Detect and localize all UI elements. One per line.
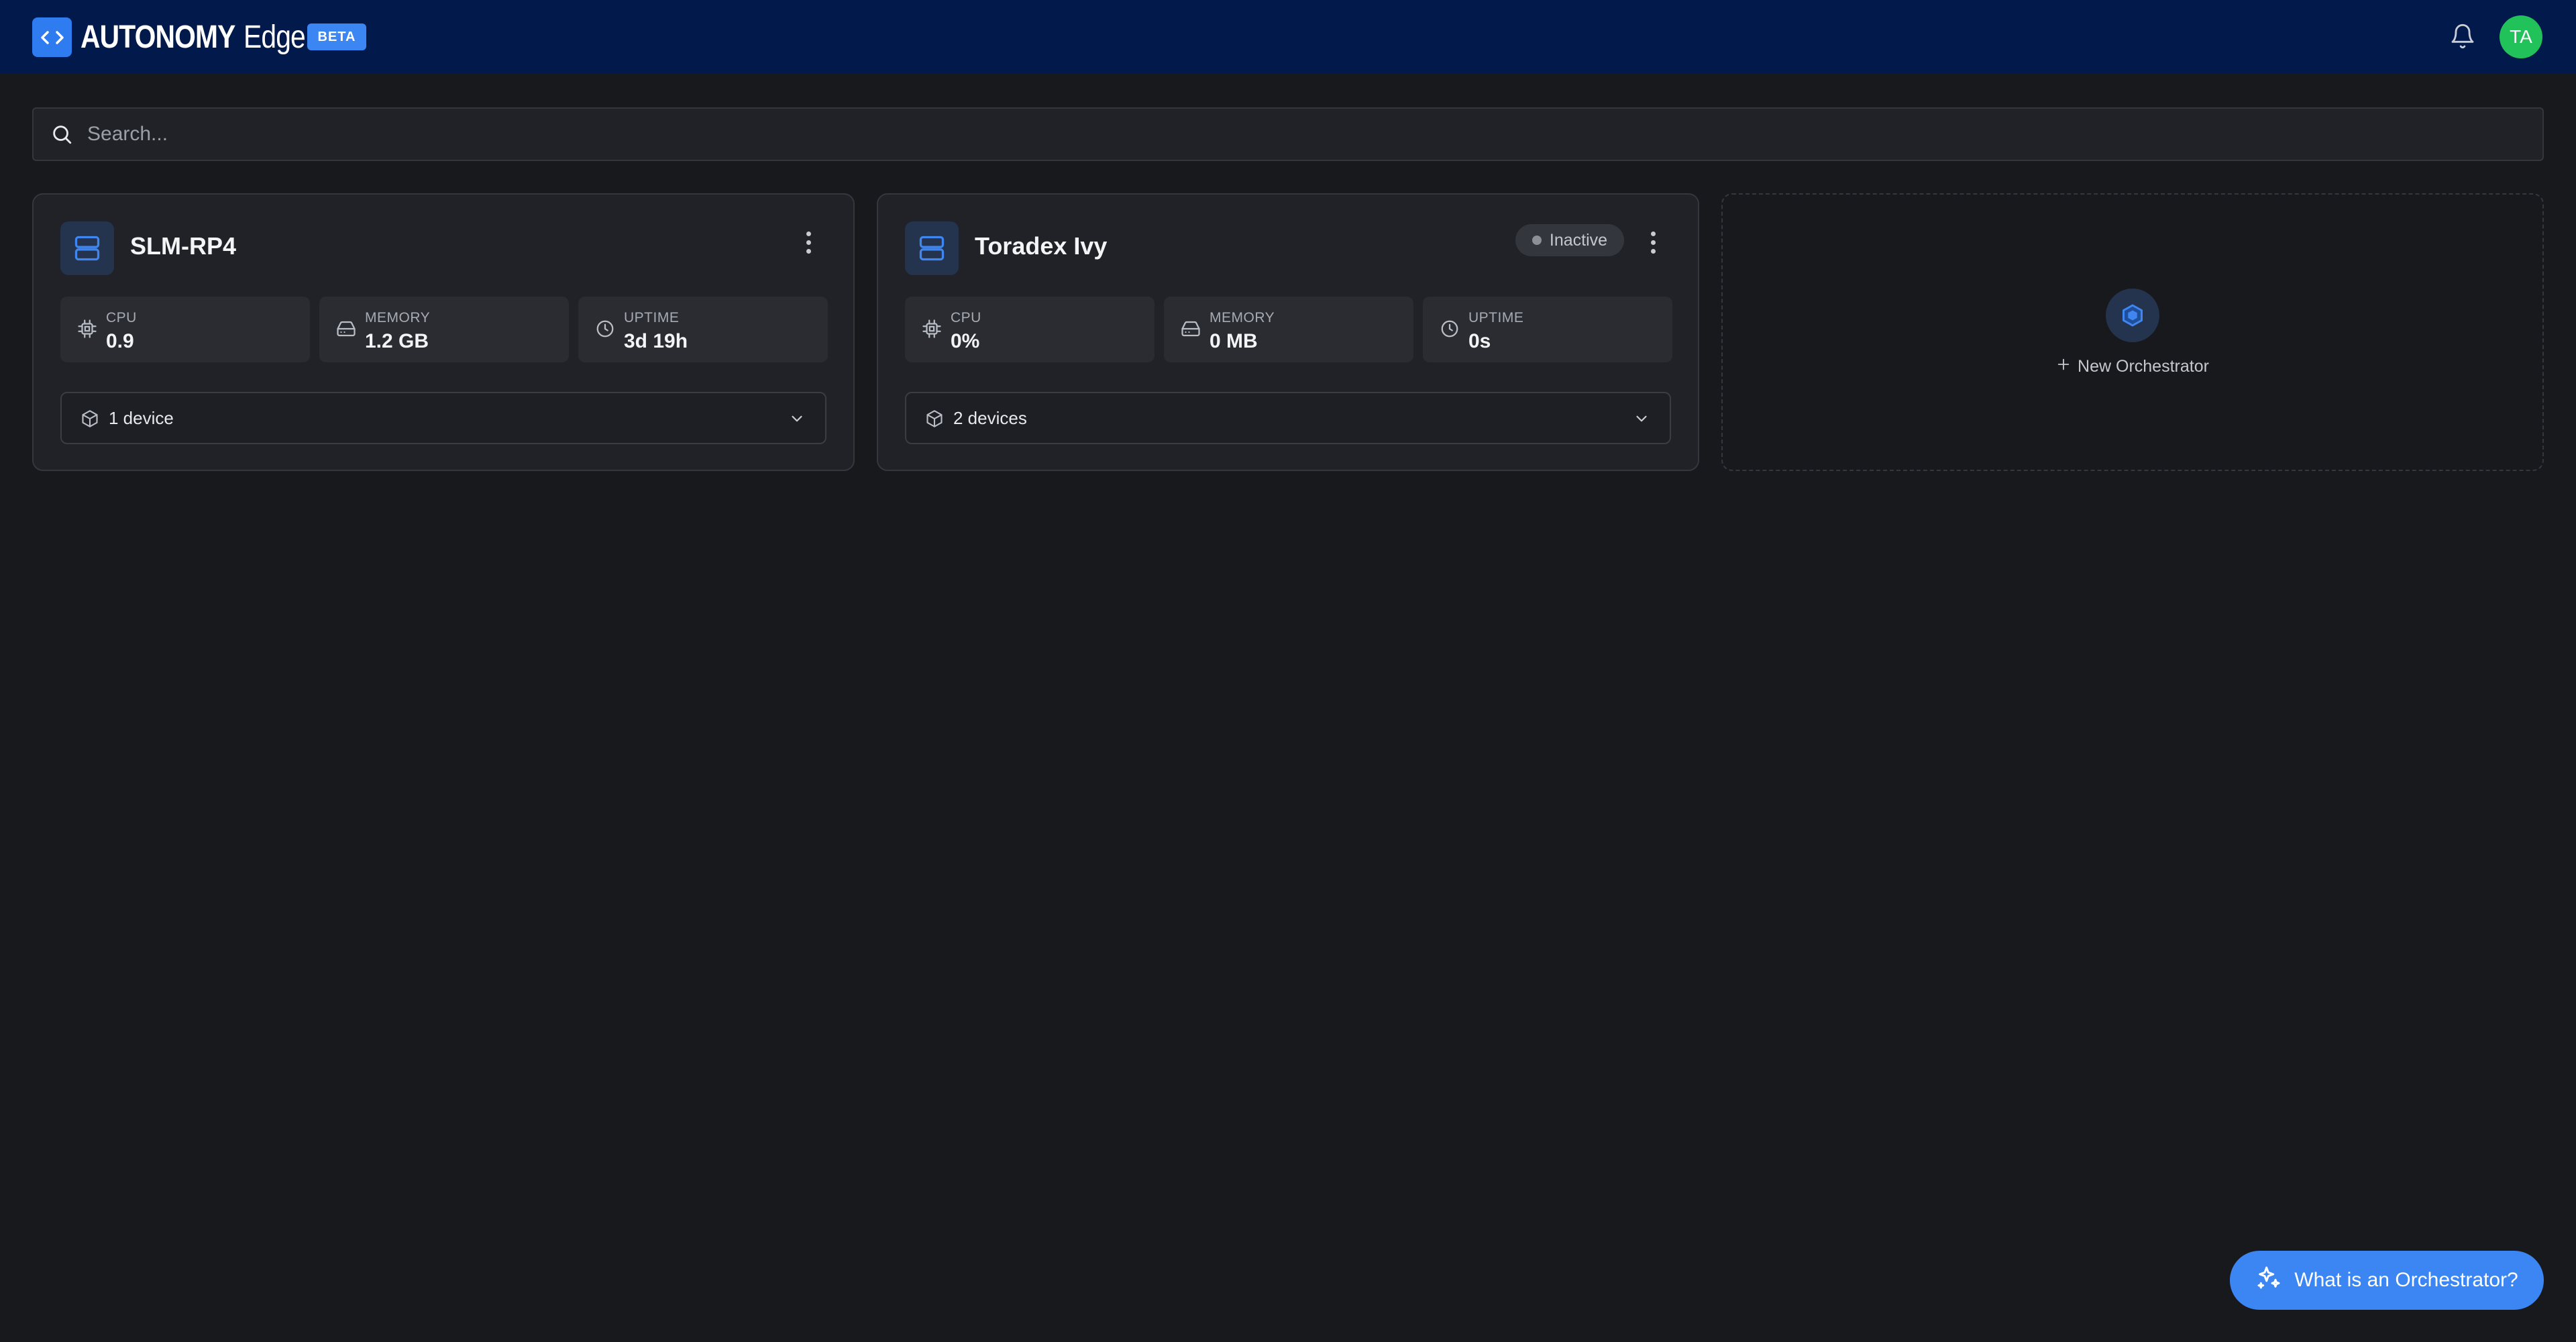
stat-label: CPU bbox=[951, 310, 981, 325]
stat-value: 0% bbox=[951, 330, 980, 352]
stat-value: 0s bbox=[1468, 330, 1491, 352]
package-icon bbox=[78, 407, 102, 431]
top-navigation-bar: AUTONOMY Edge BETA TA bbox=[0, 0, 2576, 74]
chevron-down-icon bbox=[1629, 407, 1654, 431]
uptime-stat: UPTIME 3d 19h bbox=[578, 297, 828, 362]
sparkles-icon bbox=[2255, 1264, 2282, 1296]
stat-value: 1.2 GB bbox=[365, 330, 429, 352]
stat-value: 3d 19h bbox=[624, 330, 688, 352]
stat-value: 0 MB bbox=[1210, 330, 1258, 352]
orchestrator-name: SLM-RP4 bbox=[130, 232, 237, 260]
stat-label: UPTIME bbox=[624, 310, 680, 325]
package-icon bbox=[922, 407, 947, 431]
new-orchestrator-label: New Orchestrator bbox=[2078, 357, 2209, 376]
chevron-down-icon bbox=[785, 407, 809, 431]
new-orchestrator-button[interactable]: New Orchestrator bbox=[1723, 357, 2542, 376]
clock-icon bbox=[593, 317, 617, 341]
stat-label: UPTIME bbox=[1468, 310, 1524, 325]
orchestrator-name: Toradex Ivy bbox=[975, 232, 1108, 260]
plus-icon bbox=[2056, 357, 2071, 376]
stat-value: 0.9 bbox=[106, 330, 134, 352]
more-options-icon[interactable] bbox=[1643, 227, 1663, 258]
brand-primary-text: AUTONOMY bbox=[80, 19, 235, 55]
hexagon-icon bbox=[2106, 289, 2159, 342]
devices-dropdown[interactable]: 2 devices bbox=[905, 392, 1671, 444]
clock-icon bbox=[1438, 317, 1462, 341]
memory-icon bbox=[1179, 317, 1203, 341]
server-icon bbox=[905, 221, 959, 275]
cpu-icon bbox=[920, 317, 944, 341]
status-text: Inactive bbox=[1549, 230, 1608, 250]
orchestrator-card[interactable]: SLM-RP4 CPU 0.9 MEMORY 1.2 GB UPTIME 3d … bbox=[32, 193, 855, 471]
orchestrator-card[interactable]: Toradex Ivy Inactive CPU 0% MEMORY 0 MB bbox=[877, 193, 1699, 471]
cpu-icon bbox=[75, 317, 99, 341]
search-input[interactable] bbox=[86, 113, 2542, 155]
what-is-orchestrator-button[interactable]: What is an Orchestrator? bbox=[2230, 1251, 2544, 1310]
memory-stat: MEMORY 0 MB bbox=[1164, 297, 1413, 362]
stat-label: CPU bbox=[106, 310, 137, 325]
search-bar bbox=[32, 107, 2544, 161]
uptime-stat: UPTIME 0s bbox=[1423, 297, 1672, 362]
devices-count-label: 1 device bbox=[109, 408, 174, 428]
memory-icon bbox=[334, 317, 358, 341]
status-badge: Inactive bbox=[1515, 224, 1624, 256]
new-orchestrator-card[interactable]: New Orchestrator bbox=[1721, 193, 2544, 471]
stat-label: MEMORY bbox=[365, 310, 431, 325]
devices-count-label: 2 devices bbox=[953, 408, 1027, 428]
cpu-stat: CPU 0.9 bbox=[60, 297, 310, 362]
brand-secondary-text: Edge bbox=[244, 19, 306, 55]
stat-label: MEMORY bbox=[1210, 310, 1275, 325]
server-icon bbox=[60, 221, 114, 275]
help-button-label: What is an Orchestrator? bbox=[2294, 1269, 2518, 1291]
cpu-stat: CPU 0% bbox=[905, 297, 1155, 362]
memory-stat: MEMORY 1.2 GB bbox=[319, 297, 569, 362]
user-avatar[interactable]: TA bbox=[2500, 15, 2542, 58]
app-logo-icon[interactable] bbox=[32, 17, 72, 57]
app-brand-name[interactable]: AUTONOMY Edge bbox=[80, 15, 316, 59]
status-dot bbox=[1532, 236, 1542, 245]
more-options-icon[interactable] bbox=[798, 227, 818, 258]
search-icon bbox=[48, 121, 75, 148]
beta-badge: BETA bbox=[307, 23, 366, 50]
notifications-bell-icon[interactable] bbox=[2447, 21, 2478, 52]
devices-dropdown[interactable]: 1 device bbox=[60, 392, 826, 444]
